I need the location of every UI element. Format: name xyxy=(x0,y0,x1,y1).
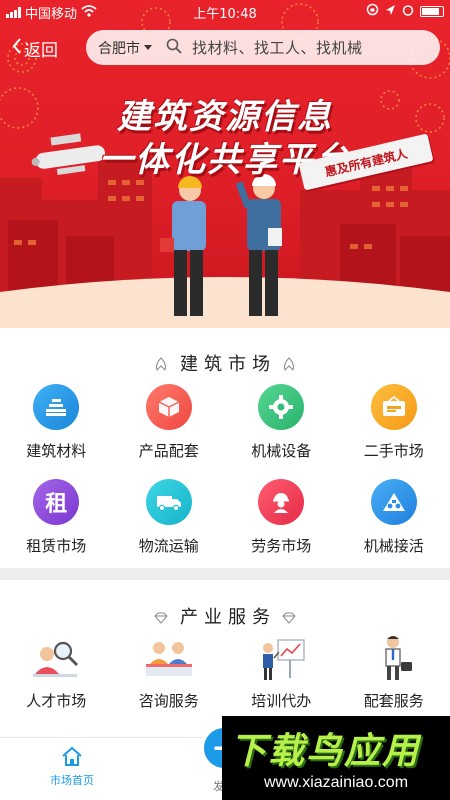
services-grid: 人才市场 咨询服务 培训代办 配套服务 xyxy=(0,634,450,711)
market-section-title: 建筑市场 xyxy=(0,350,450,376)
hero-banner[interactable]: 中国移动 上午10:48 返回 合肥市 找材料、找工人、找机械 建筑资源信息 一… xyxy=(0,0,450,328)
chevron-left-icon xyxy=(12,38,21,59)
diamond-right-icon xyxy=(282,608,296,629)
training-icon xyxy=(254,634,308,684)
crane-icon xyxy=(370,479,417,525)
market-item-label: 二手市场 xyxy=(363,442,424,460)
service-item-training[interactable]: 培训代办 xyxy=(225,634,338,711)
service-icon xyxy=(367,634,421,684)
market-item-label: 租赁市场 xyxy=(26,537,87,555)
leaf-left-icon xyxy=(154,355,168,376)
market-grid: 建筑材料 产品配套 机械设备 二手市场 租 租赁市场 物流运输 劳务市场 机械接… xyxy=(0,384,450,556)
back-button[interactable]: 返回 xyxy=(12,36,58,61)
service-item-support[interactable]: 配套服务 xyxy=(338,634,450,711)
service-item-talent[interactable]: 人才市场 xyxy=(0,634,113,711)
rent-glyph: 租 xyxy=(45,492,68,517)
leaf-right-icon xyxy=(282,355,296,376)
market-item-products[interactable]: 产品配套 xyxy=(113,384,226,461)
tab-home[interactable]: 市场首页 xyxy=(50,746,94,788)
search-input[interactable]: 找材料、找工人、找机械 xyxy=(192,37,363,58)
diamond-left-icon xyxy=(154,608,168,629)
watermark-title: 下载鸟应用 xyxy=(230,731,421,772)
market-item-materials[interactable]: 建筑材料 xyxy=(0,384,113,461)
market-item-rental[interactable]: 租 租赁市场 xyxy=(0,479,113,556)
status-bar: 中国移动 上午10:48 xyxy=(0,0,450,24)
service-item-label: 培训代办 xyxy=(251,692,312,710)
service-item-label: 咨询服务 xyxy=(138,692,199,710)
search-icon xyxy=(166,38,182,58)
market-item-label: 产品配套 xyxy=(138,442,199,460)
watermark-banner: 下载鸟应用 www.xiazainiao.com xyxy=(222,716,450,800)
market-item-label: 建筑材料 xyxy=(26,442,87,460)
city-label: 合肥市 xyxy=(98,40,140,57)
market-item-logistics[interactable]: 物流运输 xyxy=(113,479,226,556)
city-selector[interactable]: 合肥市 xyxy=(98,38,152,58)
search-bar[interactable]: 合肥市 找材料、找工人、找机械 xyxy=(86,30,440,65)
market-item-secondhand[interactable]: 二手市场 xyxy=(338,384,450,461)
lock-rotation-icon xyxy=(366,3,379,20)
market-item-labor[interactable]: 劳务市场 xyxy=(225,479,338,556)
box-icon xyxy=(145,384,192,430)
worker-icon xyxy=(258,479,305,525)
location-icon xyxy=(385,4,396,20)
market-item-label: 物流运输 xyxy=(138,537,199,555)
market-item-label: 机械设备 xyxy=(251,442,312,460)
market-item-label: 劳务市场 xyxy=(251,537,312,555)
back-label: 返回 xyxy=(24,41,58,61)
service-item-label: 人才市场 xyxy=(26,692,87,710)
rent-icon: 租 xyxy=(33,479,80,525)
consult-icon xyxy=(142,634,196,684)
talent-icon xyxy=(29,634,83,684)
market-item-label: 机械接活 xyxy=(363,537,424,555)
chevron-down-icon xyxy=(144,45,152,50)
battery-icon xyxy=(420,6,444,17)
market-title-text: 建筑市场 xyxy=(180,354,276,375)
service-item-label: 配套服务 xyxy=(363,692,424,710)
service-item-consult[interactable]: 咨询服务 xyxy=(113,634,226,711)
tab-home-label: 市场首页 xyxy=(50,774,94,787)
section-divider xyxy=(0,568,450,580)
services-title-text: 产业服务 xyxy=(180,607,276,628)
watermark-url: www.xiazainiao.com xyxy=(263,774,409,791)
hero-title-line1: 建筑资源信息 xyxy=(117,97,333,137)
tag-icon xyxy=(370,384,417,430)
services-section-title: 产业服务 xyxy=(0,603,450,629)
gear-icon xyxy=(258,384,305,430)
truck-icon xyxy=(145,479,192,525)
market-item-machinery[interactable]: 机械设备 xyxy=(225,384,338,461)
materials-icon xyxy=(33,384,80,430)
alarm-icon xyxy=(402,4,414,20)
market-item-machine-jobs[interactable]: 机械接活 xyxy=(338,479,450,556)
home-icon xyxy=(61,746,83,769)
nav-bar: 返回 合肥市 找材料、找工人、找机械 xyxy=(0,30,450,66)
